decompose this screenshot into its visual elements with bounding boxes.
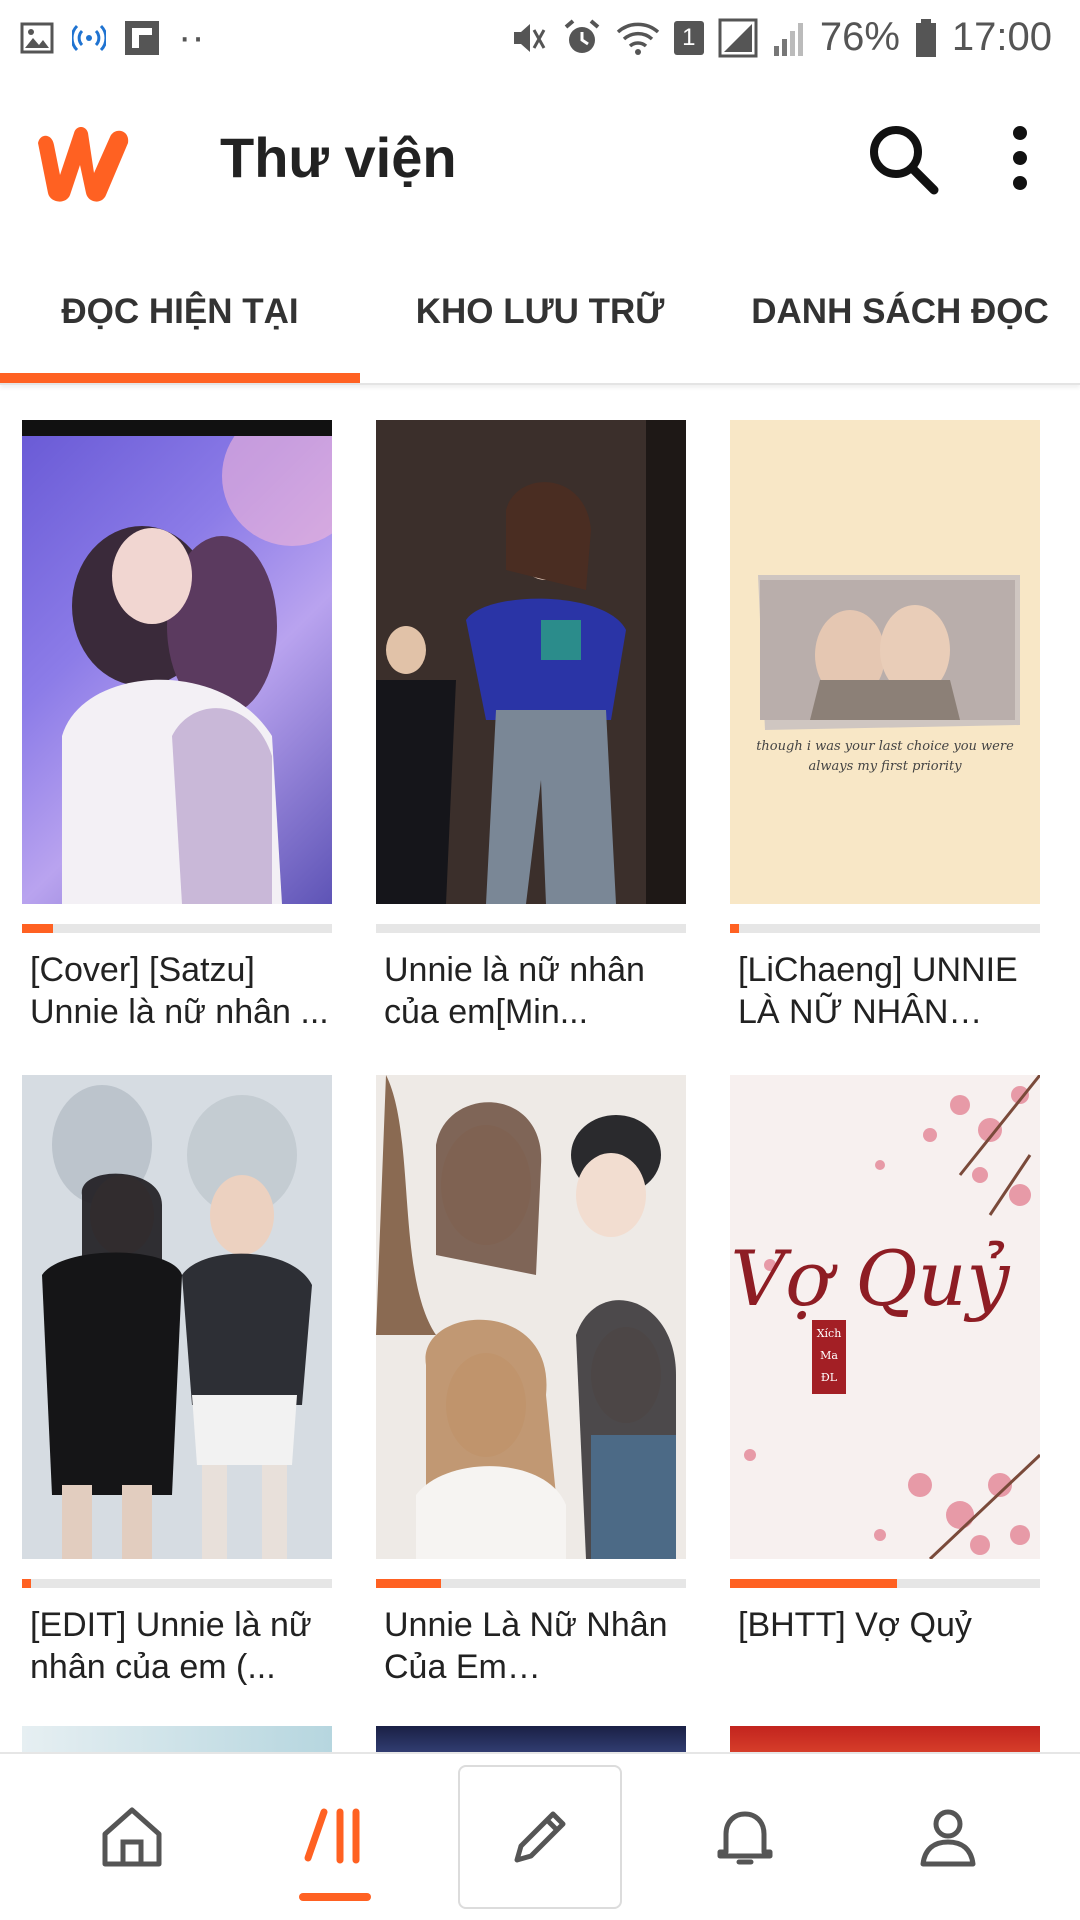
story-title[interactable]: [BHTT] Vợ Quỷ <box>730 1604 1040 1688</box>
wattpad-logo-icon <box>38 126 129 202</box>
story-title[interactable]: [Cover] [Satzu] Unnie là nữ nhân ... <box>22 949 332 1033</box>
library-icon <box>304 1808 360 1864</box>
status-bar: ·· 1 76% 17:00 <box>0 0 1080 75</box>
tab-current-reads[interactable]: ĐỌC HIỆN TẠI <box>0 240 360 383</box>
sim-badge: 1 <box>673 20 704 55</box>
story-cover[interactable] <box>22 420 332 904</box>
cover-artwork: though i was your last choice you were a… <box>730 420 1040 904</box>
bottom-navigation <box>0 1752 1080 1920</box>
story-title[interactable]: Unnie là nữ nhân của em[Min... <box>376 949 686 1033</box>
tab-label: DANH SÁCH ĐỌC <box>751 291 1049 331</box>
reading-progress <box>376 924 686 933</box>
battery-icon <box>915 18 936 57</box>
home-icon <box>102 1807 162 1867</box>
story-cover[interactable] <box>376 420 686 904</box>
bell-icon <box>717 1811 773 1865</box>
tab-archive[interactable]: KHO LƯU TRỮ <box>360 240 720 383</box>
flipboard-icon <box>125 20 159 55</box>
cover-artwork <box>62 436 332 904</box>
story-cover[interactable] <box>376 1075 686 1559</box>
story-grid: [Cover] [Satzu] Unnie là nữ nhân ... Unn… <box>22 420 1062 1688</box>
library-tabs: ĐỌC HIỆN TẠI KHO LƯU TRỮ DANH SÁCH ĐỌC <box>0 240 1080 385</box>
reading-progress <box>22 1579 332 1588</box>
cover-author: ĐL <box>821 1371 838 1384</box>
cover-quote: always my first priority <box>808 759 962 774</box>
alarm-icon <box>564 18 600 53</box>
nav-home[interactable] <box>52 1767 212 1907</box>
signal-sim1-icon <box>718 18 758 57</box>
cover-title: Vợ Quỷ <box>731 1234 1011 1323</box>
more-vertical-icon[interactable] <box>1010 123 1030 193</box>
reading-progress <box>730 1579 1040 1588</box>
story-card[interactable]: [Cover] [Satzu] Unnie là nữ nhân ... <box>22 420 332 1033</box>
tab-label: KHO LƯU TRỮ <box>415 291 665 331</box>
reading-progress <box>730 924 1040 933</box>
story-card[interactable]: [EDIT] Unnie là nữ nhân của em (... <box>22 1075 332 1688</box>
app-bar-actions <box>864 120 1030 196</box>
reading-progress <box>376 1579 686 1588</box>
cover-artwork <box>376 1075 686 1559</box>
story-card[interactable]: Unnie là nữ nhân của em[Min... <box>376 420 686 1033</box>
mute-icon <box>513 23 546 52</box>
image-notification-icon <box>20 22 54 53</box>
story-cover[interactable] <box>22 1075 332 1559</box>
cover-author: Ma <box>820 1349 838 1362</box>
story-card[interactable]: though i was your last choice you were a… <box>730 420 1040 1033</box>
progress-fill <box>22 1579 32 1588</box>
cover-artwork: Vợ Quỷ Xích Ma ĐL <box>730 1075 1040 1559</box>
progress-fill <box>376 1579 442 1588</box>
story-card[interactable]: Vợ Quỷ Xích Ma ĐL [BHTT] Vợ Quỷ <box>730 1075 1040 1688</box>
battery-percent: 76% <box>819 15 900 59</box>
status-left: ·· <box>20 15 205 60</box>
nav-write[interactable] <box>457 1765 622 1909</box>
tab-label: ĐỌC HIỆN TẠI <box>61 291 299 331</box>
cover-quote: though i was your last choice you were <box>756 739 1014 754</box>
nav-profile[interactable] <box>868 1767 1028 1907</box>
progress-fill <box>730 1579 898 1588</box>
story-title[interactable]: [LiChaeng] UNNIE LÀ NỮ NHÂN CỦA... <box>730 949 1040 1033</box>
search-icon[interactable] <box>864 120 940 196</box>
status-right: 1 76% 17:00 <box>508 15 1052 60</box>
story-cover[interactable]: Vợ Quỷ Xích Ma ĐL <box>730 1075 1040 1559</box>
active-nav-indicator <box>298 1893 371 1901</box>
story-card[interactable]: Unnie Là Nữ Nhân Của Em (MINYEO... <box>376 1075 686 1688</box>
nav-notifications[interactable] <box>665 1767 825 1907</box>
cover-artwork <box>22 1075 332 1559</box>
story-cover[interactable]: though i was your last choice you were a… <box>730 420 1040 904</box>
hotspot-icon <box>72 24 106 51</box>
progress-fill <box>730 924 740 933</box>
active-tab-indicator <box>0 373 360 383</box>
story-title[interactable]: [EDIT] Unnie là nữ nhân của em (... <box>22 1604 332 1688</box>
clock: 17:00 <box>951 15 1052 59</box>
page-title: Thư viện <box>220 126 457 189</box>
reading-progress <box>22 924 332 933</box>
story-title[interactable]: Unnie Là Nữ Nhân Của Em (MINYEO... <box>376 1604 686 1688</box>
signal-sim2-icon <box>773 22 803 56</box>
app-bar: Thư viện <box>0 75 1080 240</box>
progress-fill <box>22 924 53 933</box>
wifi-icon <box>616 22 659 55</box>
tab-reading-lists[interactable]: DANH SÁCH ĐỌC <box>720 240 1080 383</box>
cover-author: Xích <box>817 1327 842 1340</box>
person-icon <box>920 1809 976 1867</box>
pencil-icon <box>514 1811 566 1863</box>
cover-artwork <box>376 420 686 904</box>
nav-library[interactable] <box>255 1767 415 1907</box>
more-notifications-dots: ·· <box>178 15 205 59</box>
